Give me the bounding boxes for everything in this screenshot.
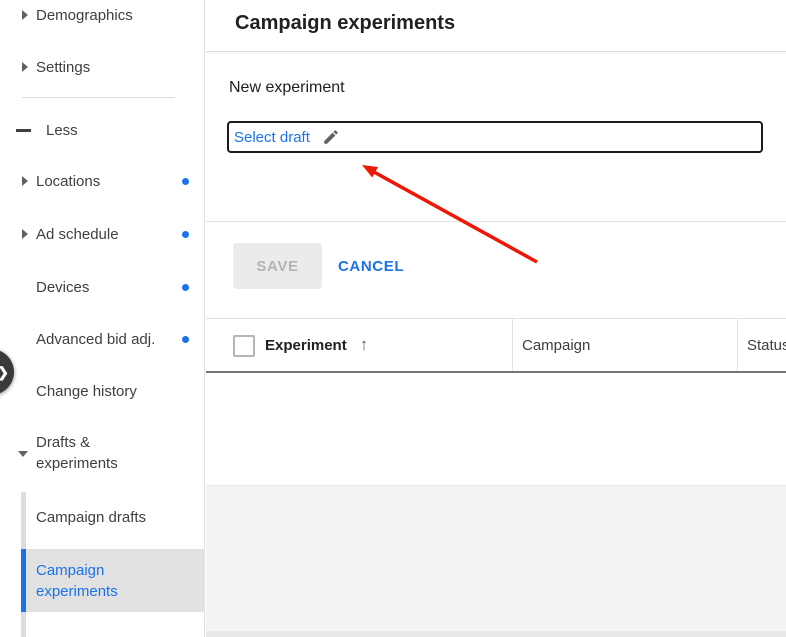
column-header-campaign[interactable]: Campaign xyxy=(522,319,590,371)
page-background-area xyxy=(206,485,786,637)
column-header-experiment[interactable]: Experiment ↑ xyxy=(265,319,368,371)
sidebar-item-label: Advanced bid adj. xyxy=(36,329,155,350)
screen: Demographics Settings Less Locations Ad … xyxy=(0,0,786,637)
sidebar-item-label: Drafts & experiments xyxy=(36,432,141,474)
chevron-right-icon xyxy=(22,229,28,239)
save-button[interactable]: SAVE xyxy=(233,243,322,289)
sidebar-item-locations[interactable]: Locations xyxy=(0,166,205,196)
sidebar-item-label: Locations xyxy=(36,171,100,192)
sidebar-item-label: Campaign experiments xyxy=(36,560,156,602)
chevron-right-icon: ❯ xyxy=(0,364,9,381)
page-title: Campaign experiments xyxy=(235,12,455,35)
sort-ascending-icon: ↑ xyxy=(360,335,369,355)
sidebar-item-label: Change history xyxy=(36,381,137,402)
sidebar-item-demographics[interactable]: Demographics xyxy=(0,0,205,30)
sidebar-item-devices[interactable]: Devices xyxy=(0,272,205,302)
sidebar-subitem-campaign-experiments[interactable]: Campaign experiments xyxy=(21,549,205,612)
column-header-label: Status xyxy=(747,337,786,354)
select-draft-link[interactable]: Select draft xyxy=(234,129,310,146)
sidebar-nav: Demographics Settings Less Locations Ad … xyxy=(0,0,205,637)
column-header-status[interactable]: Status xyxy=(747,319,786,371)
chevron-down-icon xyxy=(18,451,28,457)
sidebar-item-label: Campaign drafts xyxy=(36,507,146,528)
new-experiment-heading: New experiment xyxy=(229,79,345,97)
sidebar-item-advanced-bid-adj[interactable]: Advanced bid adj. xyxy=(0,324,205,354)
sidebar-divider xyxy=(22,97,175,98)
sidebar-item-settings[interactable]: Settings xyxy=(0,52,205,82)
column-separator xyxy=(737,319,738,371)
column-header-label: Campaign xyxy=(522,337,590,354)
notification-dot xyxy=(182,284,189,291)
column-separator xyxy=(512,319,513,371)
sidebar-item-label: Settings xyxy=(36,57,90,78)
bottom-bar xyxy=(206,631,786,637)
sidebar-item-change-history[interactable]: Change history xyxy=(0,376,205,406)
notification-dot xyxy=(182,231,189,238)
chevron-right-icon xyxy=(22,10,28,20)
sidebar-item-label: Demographics xyxy=(36,5,133,26)
select-draft-field[interactable]: Select draft xyxy=(227,121,763,153)
minus-icon xyxy=(16,129,31,132)
sidebar-subitem-campaign-drafts[interactable]: Campaign drafts xyxy=(0,502,205,532)
sidebar-item-less[interactable]: Less xyxy=(0,115,205,145)
section-divider xyxy=(206,221,786,222)
column-header-label: Experiment xyxy=(265,337,347,354)
sidebar-item-drafts-experiments[interactable]: Drafts & experiments xyxy=(0,430,205,476)
sidebar-item-ad-schedule[interactable]: Ad schedule xyxy=(0,219,205,249)
cancel-button[interactable]: CANCEL xyxy=(338,243,404,289)
selected-indicator-bar xyxy=(21,549,26,612)
notification-dot xyxy=(182,178,189,185)
notification-dot xyxy=(182,336,189,343)
edit-pencil-icon[interactable] xyxy=(322,128,340,146)
chevron-right-icon xyxy=(22,62,28,72)
sidebar-item-label: Devices xyxy=(36,277,89,298)
sidebar-item-label: Ad schedule xyxy=(36,224,119,245)
main-content: Campaign experiments New experiment Sele… xyxy=(206,0,786,637)
chevron-right-icon xyxy=(22,176,28,186)
page-header: Campaign experiments xyxy=(206,0,786,52)
experiments-table-header: Experiment ↑ Campaign Status xyxy=(206,318,786,373)
select-all-checkbox[interactable] xyxy=(233,335,255,357)
sidebar-item-label: Less xyxy=(46,120,78,141)
